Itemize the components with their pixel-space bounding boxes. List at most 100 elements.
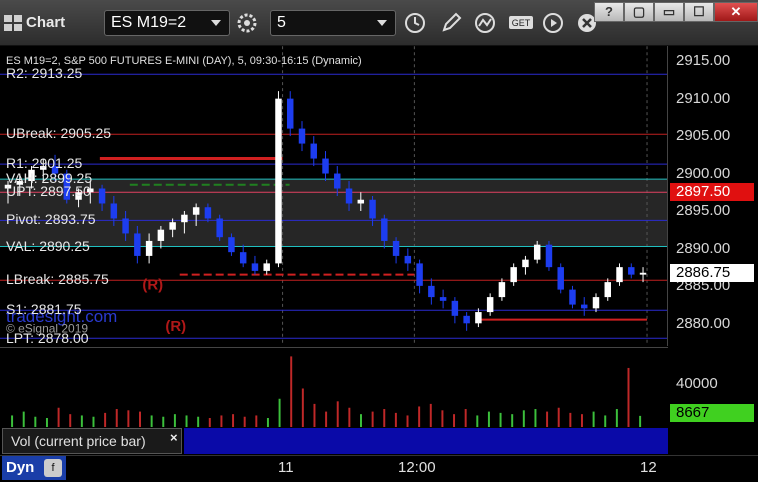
close-button[interactable]: ✕ — [714, 2, 758, 22]
volume-bar — [464, 409, 467, 427]
volume-study-bar — [184, 428, 668, 454]
volume-bar — [383, 409, 386, 427]
volume-bar — [429, 403, 432, 427]
candle-body — [263, 263, 270, 271]
candle-body — [486, 297, 494, 313]
volume-bar — [185, 415, 188, 427]
volume-bar — [313, 403, 316, 427]
candle-body — [428, 285, 435, 298]
price-tick: 2890.00 — [676, 239, 731, 257]
volume-bar — [57, 407, 60, 427]
candle-body — [357, 199, 365, 204]
gear-icon[interactable] — [236, 12, 258, 34]
level-label: UBreak: 2905.25 — [6, 125, 112, 142]
level-label: LPT: 2878.00 — [6, 329, 89, 346]
volume-bar — [69, 414, 72, 427]
volume-bar — [208, 418, 211, 427]
candle-body — [545, 244, 553, 268]
volume-bar — [139, 411, 141, 427]
candle-body — [510, 267, 517, 283]
candle-body — [628, 267, 635, 275]
candle-body — [204, 207, 212, 219]
candle-body — [498, 282, 506, 298]
study-icon[interactable] — [474, 12, 496, 34]
link-button[interactable]: ▢ — [624, 2, 654, 22]
volume-bar — [592, 411, 595, 427]
get-data-icon[interactable]: GET — [508, 12, 534, 34]
volume-bar — [80, 415, 83, 427]
svg-text:GET: GET — [512, 18, 531, 28]
candle-body — [98, 188, 106, 204]
time-tick: 11 — [278, 459, 294, 476]
candle-body — [475, 312, 482, 324]
volume-bar — [266, 418, 269, 427]
volume-tick: 40000 — [676, 375, 718, 392]
candle-body — [275, 98, 282, 264]
volume-bar — [22, 411, 25, 427]
level-label: VAL: 2890.25 — [6, 237, 90, 254]
volume-bar — [220, 415, 223, 427]
minimize-button[interactable]: ▭ — [654, 2, 684, 22]
volume-chart[interactable] — [0, 347, 668, 427]
help-button[interactable]: ? — [594, 2, 624, 22]
candle-body — [416, 263, 423, 286]
volume-bar — [453, 414, 456, 427]
interval-dropdown[interactable]: 5 — [270, 10, 396, 36]
symbol-value: ES M19=2 — [111, 14, 187, 31]
volume-bar — [115, 409, 118, 427]
candle-body — [110, 203, 118, 219]
level-label: Pivot: 2893.75 — [6, 211, 96, 228]
candle-body — [392, 240, 400, 256]
volume-bar — [197, 416, 200, 427]
price-tag: 2897.50 — [670, 183, 754, 202]
volume-bar — [360, 414, 362, 427]
level-label: UPT: 2897.50 — [6, 183, 91, 200]
volume-bar — [150, 415, 153, 427]
volume-study-label[interactable]: Vol (current price bar) — [2, 428, 182, 454]
volume-bar — [639, 415, 642, 427]
time-tick: 12:00 — [398, 459, 436, 476]
volume-bar — [162, 416, 165, 427]
clock-icon[interactable] — [404, 12, 426, 34]
volume-bar — [45, 418, 48, 427]
volume-bar — [418, 406, 421, 427]
volume-bar — [336, 401, 339, 427]
chevron-down-icon — [377, 20, 387, 26]
pencil-icon[interactable] — [440, 12, 462, 34]
volume-bar — [476, 415, 479, 427]
close-icon[interactable]: × — [170, 430, 178, 445]
price-tick: 2905.00 — [676, 127, 731, 144]
candle-body — [439, 297, 447, 301]
play-icon[interactable] — [542, 12, 564, 34]
candle-body — [322, 158, 329, 174]
maximize-button[interactable]: ☐ — [684, 2, 714, 22]
volume-bar — [34, 416, 37, 427]
level-label: R2: 2913.25 — [6, 65, 83, 82]
candle-body — [157, 229, 165, 241]
volume-bar — [371, 411, 374, 427]
volume-last-tag: 8667 — [670, 404, 754, 422]
candle-body — [310, 143, 317, 159]
symbol-dropdown[interactable]: ES M19=2 — [104, 10, 230, 36]
volume-bar — [627, 367, 630, 427]
candle-body — [181, 214, 188, 223]
price-chart[interactable]: (R)(R)tradesight.com© eSignal 2019 — [0, 46, 668, 346]
grid-icon — [4, 14, 22, 31]
price-tick: 2900.00 — [676, 164, 731, 182]
candle-body — [345, 188, 353, 204]
volume-bar — [546, 411, 549, 427]
candle-body — [569, 289, 576, 305]
volume-bar — [557, 407, 560, 427]
volume-bar — [243, 416, 246, 427]
volume-bar — [580, 414, 583, 427]
reversal-marker: (R) — [142, 277, 163, 294]
candle-body — [334, 173, 341, 189]
reversal-marker: (R) — [165, 318, 186, 335]
candle-body — [557, 267, 564, 290]
dynamic-settings-icon[interactable]: f — [44, 459, 62, 477]
price-tick: 2880.00 — [676, 314, 731, 332]
time-tick: 12 — [640, 459, 657, 476]
candle-body — [616, 267, 623, 283]
candle-body — [404, 255, 412, 264]
interval-value: 5 — [277, 14, 286, 31]
